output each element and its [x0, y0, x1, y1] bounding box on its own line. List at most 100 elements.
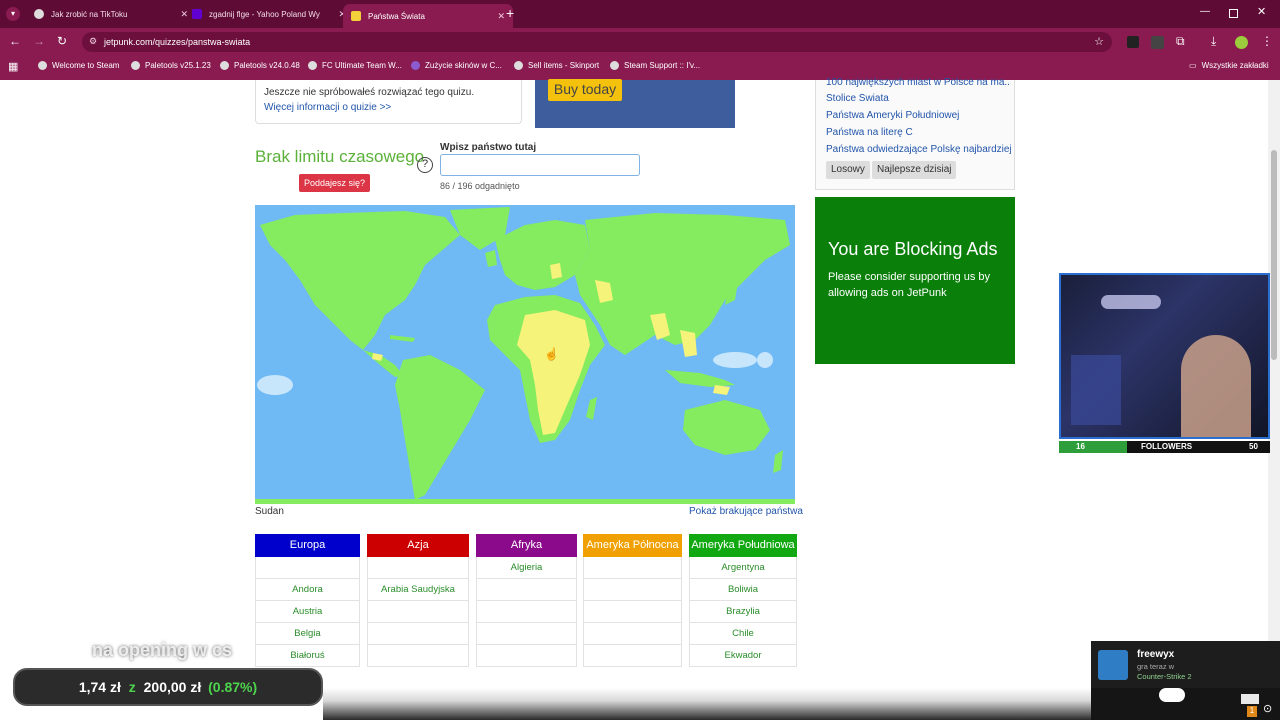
- tab-panstwa-swiata[interactable]: Państwa Świata ✕: [343, 4, 513, 28]
- related-quiz-link[interactable]: 100 największych miast w Polsce na ma...: [826, 77, 1011, 89]
- give-up-button[interactable]: Poddajesz się?: [299, 174, 370, 192]
- folder-icon: ▭: [1189, 61, 1197, 70]
- answer-cell: Brazylia: [689, 601, 797, 623]
- bookmark-steam[interactable]: Welcome to Steam: [38, 61, 119, 70]
- missing-country-balkans[interactable]: [550, 263, 562, 279]
- best-today-button[interactable]: Najlepsze dzisiaj: [872, 161, 957, 179]
- answer-input[interactable]: [440, 154, 640, 176]
- chat-bubble-icon[interactable]: [1159, 688, 1185, 702]
- tab-title: zgadnij flge - Yahoo Poland Wy: [209, 9, 320, 19]
- apps-grid-icon[interactable]: ▦: [8, 60, 18, 73]
- download-icon[interactable]: ⤓: [1211, 34, 1216, 49]
- column-header: Europa: [255, 534, 360, 557]
- answer-cell: Ekwador: [689, 645, 797, 667]
- bookmark-fc-ultimate[interactable]: FC Ultimate Team W...: [308, 61, 402, 70]
- tab-yahoo[interactable]: zgadnij flge - Yahoo Poland Wy ✕: [184, 4, 354, 24]
- related-quiz-link[interactable]: Państwa odwiedzające Polskę najbardziej: [826, 144, 1011, 155]
- answer-cell: [367, 557, 469, 579]
- answer-cell: [583, 623, 682, 645]
- steam-icon: [38, 61, 47, 70]
- followers-goal: 50: [1249, 442, 1258, 451]
- column-ameryka-poludniowa: Ameryka Południowa Argentyna Boliwia Bra…: [689, 534, 797, 694]
- extension-badge-icon[interactable]: [1151, 36, 1164, 49]
- bookmark-label: Zużycie skinów w C...: [425, 61, 502, 70]
- quiz-info-box: Jeszcze nie spróbowałeś rozwiązać tego q…: [255, 80, 522, 124]
- settings-icon[interactable]: ⊙: [1263, 702, 1272, 715]
- extensions-puzzle-icon[interactable]: ⧉: [1176, 34, 1185, 49]
- more-info-link[interactable]: Więcej informacji o quizie >>: [264, 102, 513, 113]
- followers-label: FOLLOWERS: [1141, 442, 1193, 451]
- notification-line: gra teraz w: [1137, 662, 1175, 671]
- reload-icon[interactable]: ↻: [57, 34, 67, 48]
- jetpunk-favicon-icon: [351, 11, 361, 21]
- donation-separator: z: [128, 679, 136, 695]
- profile-avatar[interactable]: [1235, 36, 1248, 49]
- webcam-person: [1181, 335, 1251, 437]
- site-info-icon[interactable]: ⚙: [89, 36, 97, 47]
- bookmark-label: Sell items - Skinport: [528, 61, 600, 70]
- show-missing-link[interactable]: Pokaż brakujące państwa: [689, 506, 803, 517]
- followers-progress-fill: [1059, 441, 1127, 453]
- discord-activity-notification: freewyx gra teraz w Counter-Strike 2: [1091, 641, 1280, 688]
- close-tab-icon[interactable]: ✕: [497, 11, 505, 22]
- bookmark-star-icon[interactable]: ☆: [1094, 35, 1104, 48]
- tab-list-chevron-icon[interactable]: ▾: [6, 7, 20, 21]
- pacific-marker: [713, 352, 757, 368]
- notification-user: freewyx: [1137, 649, 1175, 660]
- answer-cell: Chile: [689, 623, 797, 645]
- menu-kebab-icon[interactable]: ⋮: [1261, 34, 1273, 48]
- close-window-icon[interactable]: ✕: [1257, 5, 1266, 18]
- forward-icon[interactable]: →: [33, 34, 45, 48]
- bookmark-steam-support[interactable]: Steam Support :: I'v...: [610, 61, 700, 70]
- webcam-light: [1101, 295, 1161, 309]
- answer-cell: [583, 645, 682, 667]
- related-quiz-link[interactable]: Stolice Świata: [826, 93, 1011, 104]
- answer-cell: Arabia Saudyjska: [367, 579, 469, 601]
- buy-today-button[interactable]: Buy today: [548, 79, 622, 101]
- steam-icon: [610, 61, 619, 70]
- answer-cell: [367, 623, 469, 645]
- new-tab-icon[interactable]: +: [506, 5, 514, 21]
- followers-goal-bar: 16 FOLLOWERS 50: [1059, 441, 1270, 453]
- answer-cell: [367, 645, 469, 667]
- column-azja: Azja Arabia Saudyjska: [367, 534, 469, 694]
- fc-icon: [308, 61, 317, 70]
- minimize-icon[interactable]: —: [1200, 6, 1210, 17]
- bookmark-label: Welcome to Steam: [52, 61, 120, 70]
- bookmark-zuzycie[interactable]: Zużycie skinów w C...: [411, 61, 502, 70]
- back-icon[interactable]: ←: [9, 34, 21, 48]
- yahoo-favicon-icon: [192, 9, 202, 19]
- bookmark-label: Wszystkie zakładki: [1201, 61, 1269, 70]
- world-map-svg: [255, 205, 795, 504]
- answer-cell: [255, 557, 360, 579]
- answer-cell: [476, 645, 577, 667]
- related-quiz-link[interactable]: Państwa Ameryki Południowej: [826, 110, 1011, 121]
- tab-tiktok[interactable]: Jak zrobić na TikToku ✕: [26, 4, 196, 24]
- answer-cell: Argentyna: [689, 557, 797, 579]
- answer-cell: [367, 601, 469, 623]
- extension-icon[interactable]: [1127, 36, 1139, 48]
- progress-count: 86 / 196 odgadnięto: [440, 181, 520, 191]
- world-map[interactable]: ☝: [255, 205, 795, 504]
- bookmark-skinport[interactable]: Sell items - Skinport: [514, 61, 599, 70]
- column-header: Azja: [367, 534, 469, 557]
- bookmark-paletools-1[interactable]: Paletools v25.1.23: [131, 61, 211, 70]
- adblock-notice: You are Blocking Ads Please consider sup…: [815, 197, 1015, 364]
- adblock-text: Please consider supporting us by allowin…: [828, 271, 991, 299]
- notification-badge: 1: [1247, 706, 1257, 717]
- skin-icon: [411, 61, 420, 70]
- answer-cell: [476, 601, 577, 623]
- related-quiz-link[interactable]: Państwa na literę C: [826, 127, 1011, 138]
- url-text: jetpunk.com/quizzes/panstwa-swiata: [104, 37, 251, 47]
- bookmark-paletools-2[interactable]: Paletools v24.0.48: [220, 61, 300, 70]
- mail-icon[interactable]: [1241, 694, 1259, 704]
- help-icon[interactable]: ?: [417, 157, 433, 173]
- time-limit-label: Brak limitu czasowego: [255, 147, 425, 166]
- bookmarks-folder[interactable]: ▭ Wszystkie zakładki: [1189, 61, 1269, 70]
- random-quiz-button[interactable]: Losowy: [826, 161, 870, 179]
- address-bar[interactable]: ⚙ jetpunk.com/quizzes/panstwa-swiata ☆: [82, 32, 1112, 52]
- answer-cell: Austria: [255, 601, 360, 623]
- scrollbar-thumb[interactable]: [1271, 150, 1277, 360]
- answer-cell: Belgia: [255, 623, 360, 645]
- maximize-icon[interactable]: [1229, 9, 1238, 18]
